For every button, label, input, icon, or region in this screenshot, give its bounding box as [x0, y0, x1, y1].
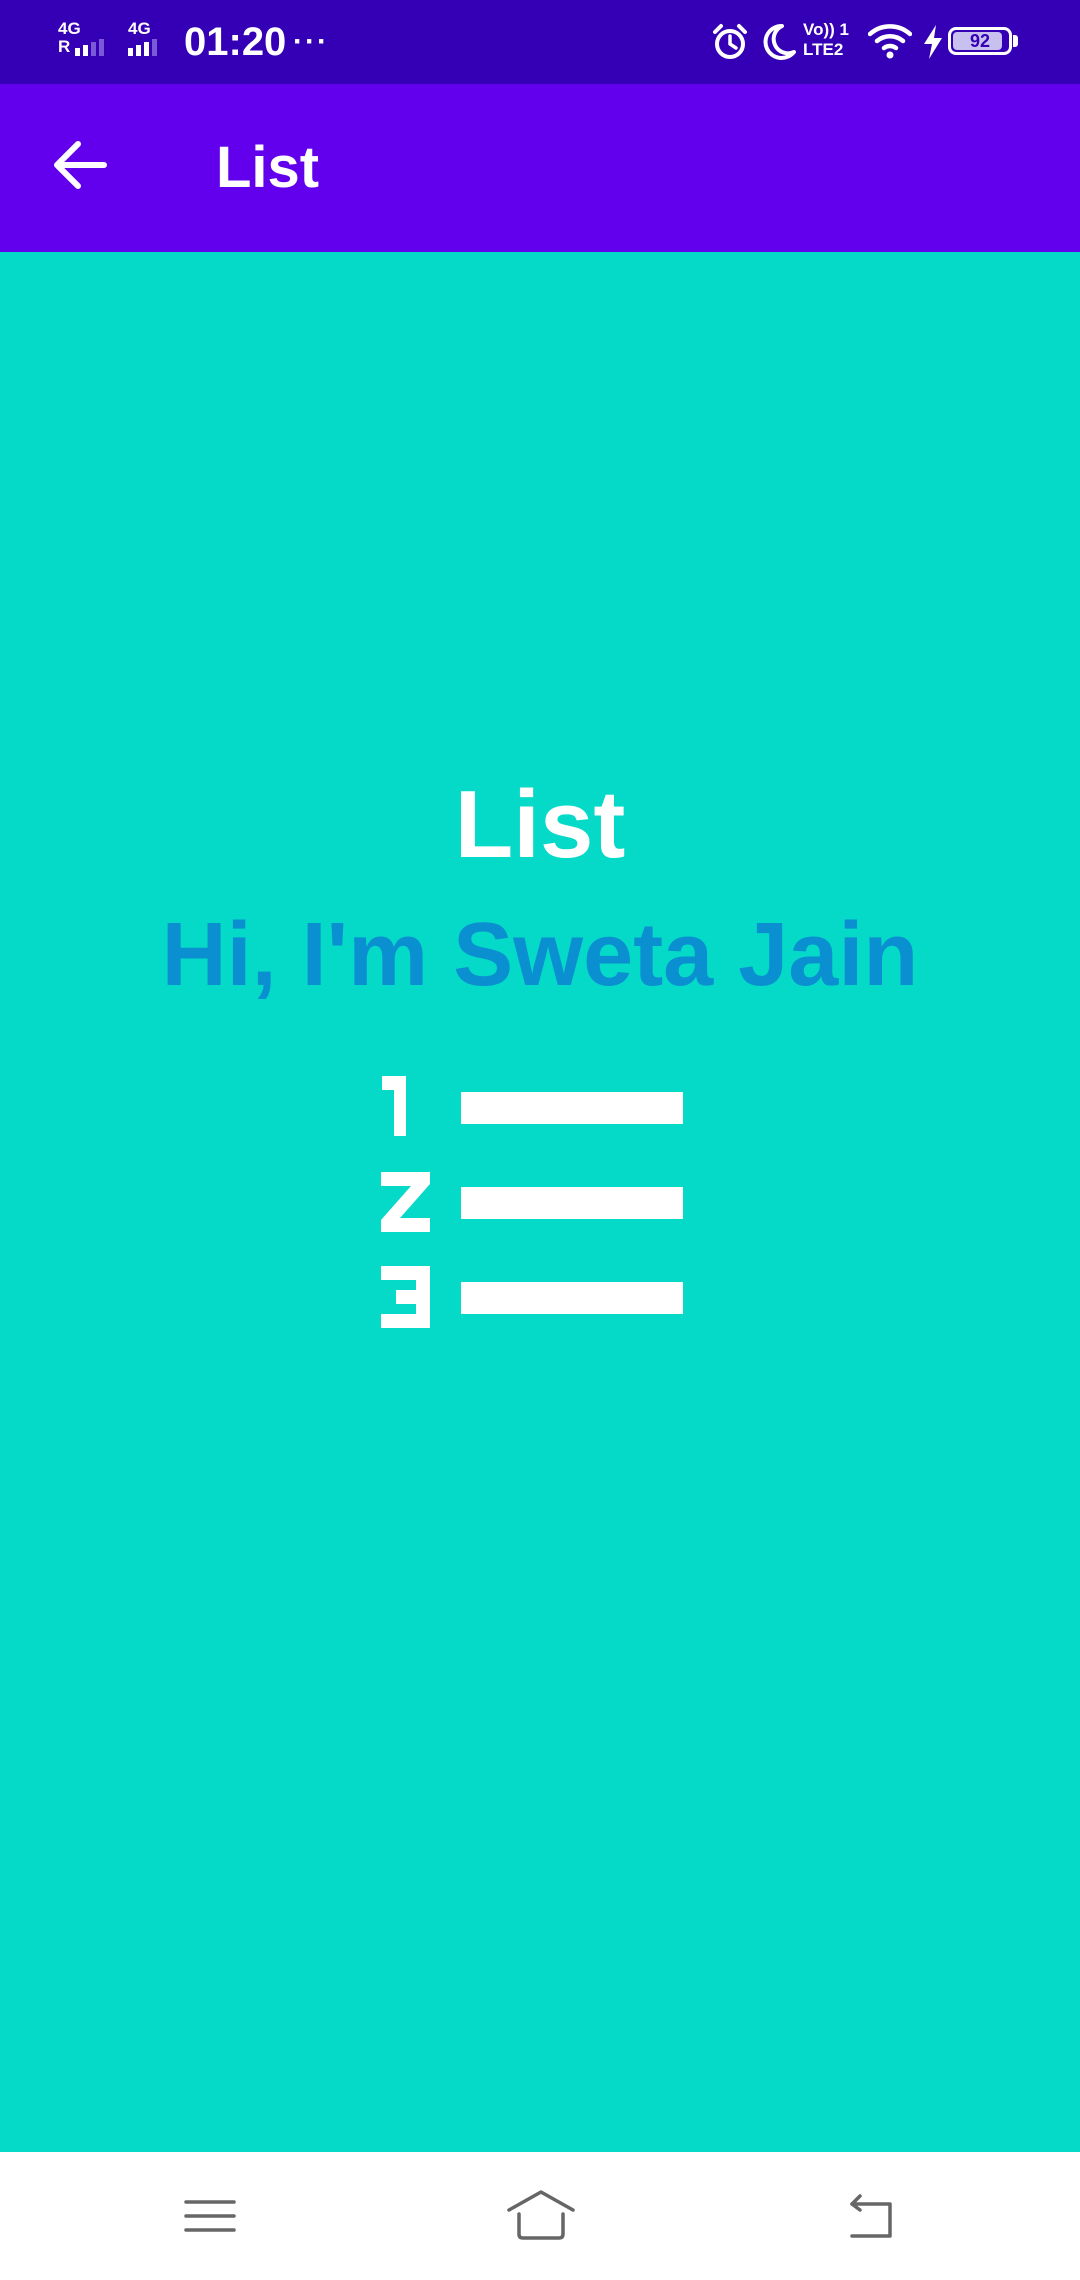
lte-label: LTE2 — [803, 40, 844, 59]
navigation-bar — [0, 2152, 1080, 2280]
clock: 01:20 — [184, 20, 287, 64]
back-icon[interactable] — [838, 2184, 902, 2248]
charging-icon — [924, 25, 942, 59]
app-bar: List — [0, 84, 1080, 252]
status-bar: 4G R 4G 01:20 ··· Vo)) 1 LTE2 92 — [0, 0, 1080, 84]
battery-tip — [1013, 35, 1018, 47]
content-subtitle: Hi, I'm Sweta Jain — [161, 905, 919, 1005]
more-notifications-icon: ··· — [293, 25, 329, 58]
numbered-list-icon — [381, 1076, 683, 1328]
screen: 4G R 4G 01:20 ··· Vo)) 1 LTE2 92 List Li… — [0, 0, 1080, 2280]
volte-indicator: Vo)) 1 LTE2 — [803, 20, 849, 60]
network-2-label: 4G — [128, 19, 151, 38]
battery-icon: 92 — [948, 27, 1012, 55]
volte-label: Vo)) 1 — [803, 20, 849, 39]
network-1-label: 4G — [58, 19, 81, 38]
content-title: List — [454, 771, 626, 878]
menu-icon[interactable] — [178, 2184, 242, 2248]
network-1-indicator: 4G R — [58, 20, 107, 56]
page-title: List — [216, 135, 320, 200]
wifi-icon — [868, 24, 912, 59]
moon-icon — [763, 23, 796, 60]
battery-percentage: 92 — [969, 31, 991, 51]
network-1-roaming-label: R — [58, 37, 71, 56]
network-2-indicator: 4G — [128, 20, 160, 56]
alarm-icon — [713, 24, 747, 59]
home-icon[interactable] — [505, 2184, 577, 2248]
signal-bars-icon — [128, 38, 160, 56]
arrow-left-icon[interactable] — [40, 124, 122, 206]
signal-bars-icon — [75, 38, 107, 56]
